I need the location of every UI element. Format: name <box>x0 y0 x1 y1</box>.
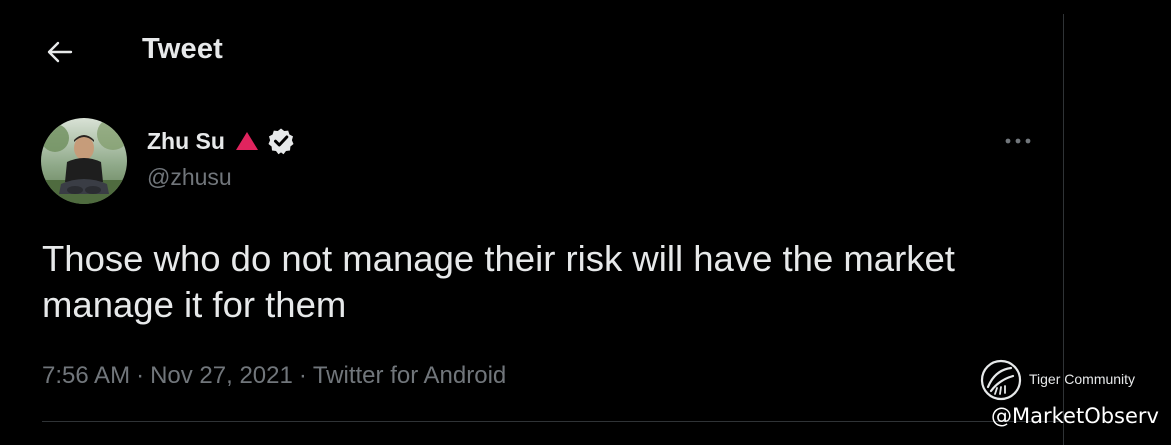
more-horizontal-icon <box>1005 138 1031 144</box>
tweet-date[interactable]: Nov 27, 2021 <box>150 362 293 389</box>
back-button[interactable] <box>40 32 80 72</box>
page-title: Tweet <box>142 33 224 65</box>
name-row: Zhu Su <box>147 126 295 156</box>
meta-separator: · <box>136 362 145 389</box>
more-options-button[interactable] <box>998 126 1038 156</box>
tweet-source[interactable]: Twitter for Android <box>313 362 506 389</box>
tweet-time[interactable]: 7:56 AM <box>42 362 130 389</box>
verified-badge-icon <box>268 128 294 155</box>
tiger-logo-icon <box>980 359 1022 401</box>
tweet-meta: 7:56 AM · Nov 27, 2021 · Twitter for Android <box>42 362 506 390</box>
red-triangle-icon <box>235 132 258 150</box>
author-block: Zhu Su @zhusu <box>147 126 295 191</box>
arrow-left-icon <box>47 41 73 63</box>
author-display-name[interactable]: Zhu Su <box>147 128 225 155</box>
author-handle[interactable]: @zhusu <box>147 164 295 191</box>
page-header: Tweet <box>0 0 1063 104</box>
watermark-brand: Tiger Community <box>1029 371 1136 387</box>
meta-separator: · <box>298 362 307 389</box>
avatar[interactable] <box>41 118 127 204</box>
avatar-photo <box>41 118 127 204</box>
tweet-text: Those who do not manage their risk will … <box>42 238 955 325</box>
watermark-handle: @MarketObserv <box>991 404 1159 428</box>
tweet-divider <box>42 421 1063 422</box>
